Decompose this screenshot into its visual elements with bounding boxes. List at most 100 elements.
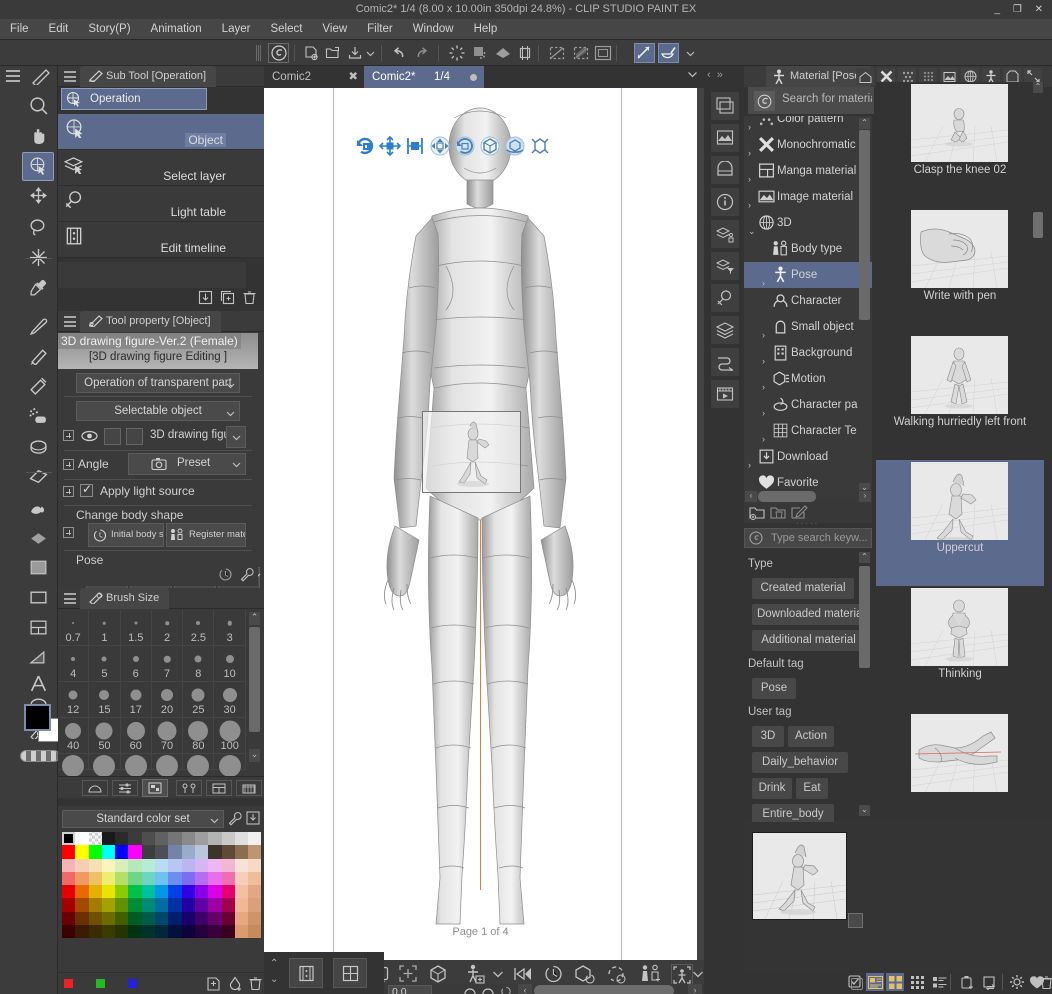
expand-body-shape-icon[interactable] [63,527,74,538]
brush-size-1.5[interactable]: 1.5 [120,610,152,646]
material-tree-node-background[interactable]: › Background [744,340,872,366]
color-swatch[interactable] [62,911,76,926]
import-sub-tool-icon[interactable] [198,290,213,308]
pan-camera-icon[interactable] [378,135,404,158]
color-swatch[interactable] [208,911,222,926]
material-tree-node-download[interactable]: › Download [744,444,872,470]
selectable-object-select[interactable]: Selectable object [76,401,240,421]
color-swatch[interactable] [194,858,209,872]
color-swatch[interactable] [115,858,129,872]
brush-size-scroll-down-icon[interactable]: ⌄ [249,749,260,762]
brush-size-extra[interactable] [89,754,121,777]
color-swatch[interactable] [75,871,89,886]
operation-tool[interactable] [22,152,54,181]
tool-tab-icon[interactable] [176,780,202,796]
color-swatch[interactable] [208,925,222,939]
duplicate-sub-tool-icon[interactable] [220,290,235,308]
rotation-value-field[interactable]: 0.0 [388,985,432,994]
brush-size-20[interactable]: 20 [151,682,184,718]
brush-size-7[interactable]: 7 [151,646,184,682]
material-tree-node-monochromatic[interactable]: › Monochromatic [744,132,872,158]
rotate-left-icon[interactable] [464,986,477,994]
color-swatch[interactable] [128,845,142,859]
color-swatch[interactable] [234,845,249,859]
filter-tag-pose[interactable]: Pose [752,678,796,699]
figure-tool[interactable] [22,554,54,583]
color-set-tab-icon[interactable] [142,779,168,797]
color-swatch[interactable] [88,885,102,899]
color-swatch[interactable] [101,858,116,872]
hscroll-thumb[interactable] [758,491,816,502]
color-swatch[interactable] [62,925,76,939]
expand-light-source-icon[interactable] [63,486,74,497]
deselect-icon[interactable] [546,43,567,63]
material-grid-item[interactable]: Uppercut [876,460,1044,586]
expand-angle-icon[interactable] [63,459,74,470]
color-swatch[interactable] [88,858,102,872]
panel-tab-strip[interactable] [58,776,264,798]
timeline-panel-icon[interactable] [289,958,323,988]
filter-scroll-up-icon[interactable]: ⌃ [859,552,870,563]
color-swatch[interactable] [88,911,102,926]
color-swatch[interactable] [115,845,129,859]
brush-size-60[interactable]: 60 [120,718,152,754]
color-swatch[interactable] [181,858,195,872]
brush-size-2.5[interactable]: 2.5 [183,610,215,646]
color-swatch[interactable] [62,871,76,886]
brush-size-grid[interactable]: 0.7 1 1.5 2 2.5 3 4 5 6 7 8 10 12 15 17 20 25 30 40 50 60 70 8… [58,610,246,777]
color-swatch[interactable] [234,925,249,939]
menu-item-edit[interactable]: Edit [39,19,79,40]
material-tree-node-character-pa[interactable]: › Character pa [744,392,872,418]
color-swatch[interactable] [115,871,129,886]
color-swatch[interactable] [155,845,169,859]
scroll-right-icon[interactable]: › [688,984,702,994]
navigator-icon[interactable] [711,92,739,120]
material-tree-hscrollbar[interactable]: ‹ › [744,490,872,503]
color-swatch[interactable] [141,898,156,912]
new-document-icon[interactable] [300,43,321,63]
document-tab-comic2[interactable]: Comic2 ✖ [264,66,364,88]
color-swatch[interactable] [181,845,195,859]
color-swatch[interactable] [101,832,116,846]
expand-object-row-icon[interactable] [63,430,74,441]
brush-size-scroll-up-icon[interactable]: ⌃ [249,612,260,625]
tab-overflow-chevron-icon[interactable] [687,70,698,82]
frame-border-tool[interactable] [22,584,54,613]
fill-selection-icon[interactable] [492,43,513,63]
brush-size-4[interactable]: 4 [58,646,90,682]
color-swatch[interactable] [168,911,182,926]
color-swatch[interactable] [208,871,222,886]
color-swatch[interactable] [208,832,222,846]
wrench-icon[interactable] [228,811,243,829]
color-swatch[interactable] [221,845,235,859]
brush-size-40[interactable]: 40 [58,718,90,754]
color-swatch[interactable] [155,885,169,899]
brush-size-15[interactable]: 15 [89,682,121,718]
tool-palette-menu-icon[interactable] [6,70,20,82]
color-swatch[interactable] [128,885,142,899]
brush-size-8[interactable]: 8 [183,646,215,682]
material-tree-node-manga-material[interactable]: › Manga material [744,158,872,184]
panel-tool[interactable] [22,614,54,643]
settings-gear-icon[interactable] [1008,973,1026,991]
color-swatch[interactable] [181,871,195,886]
color-swatch[interactable] [101,871,116,886]
maximize-button[interactable]: ❐ [1013,4,1027,15]
color-swatch[interactable] [155,858,169,872]
color-swatch[interactable] [234,871,249,886]
color-swatch[interactable] [101,898,116,912]
dock-scroll-up-icon[interactable]: ⌃ [270,958,278,969]
foreground-color-chip[interactable] [24,704,51,731]
replace-material-icon[interactable] [980,973,998,991]
color-swatch[interactable] [221,911,235,926]
minimize-button[interactable]: _ [995,4,1006,15]
clip-studio-logo-icon[interactable] [268,43,289,63]
eyedropper-tool[interactable] [22,274,54,303]
filter-tag-additional-material[interactable]: Additional material [752,630,865,651]
color-swatch[interactable] [101,911,116,926]
color-swatch[interactable] [181,832,195,846]
color-swatch[interactable] [234,832,249,846]
brush-size-extra[interactable] [120,754,152,777]
color-swatch[interactable] [248,871,262,886]
info-icon[interactable] [711,188,739,216]
